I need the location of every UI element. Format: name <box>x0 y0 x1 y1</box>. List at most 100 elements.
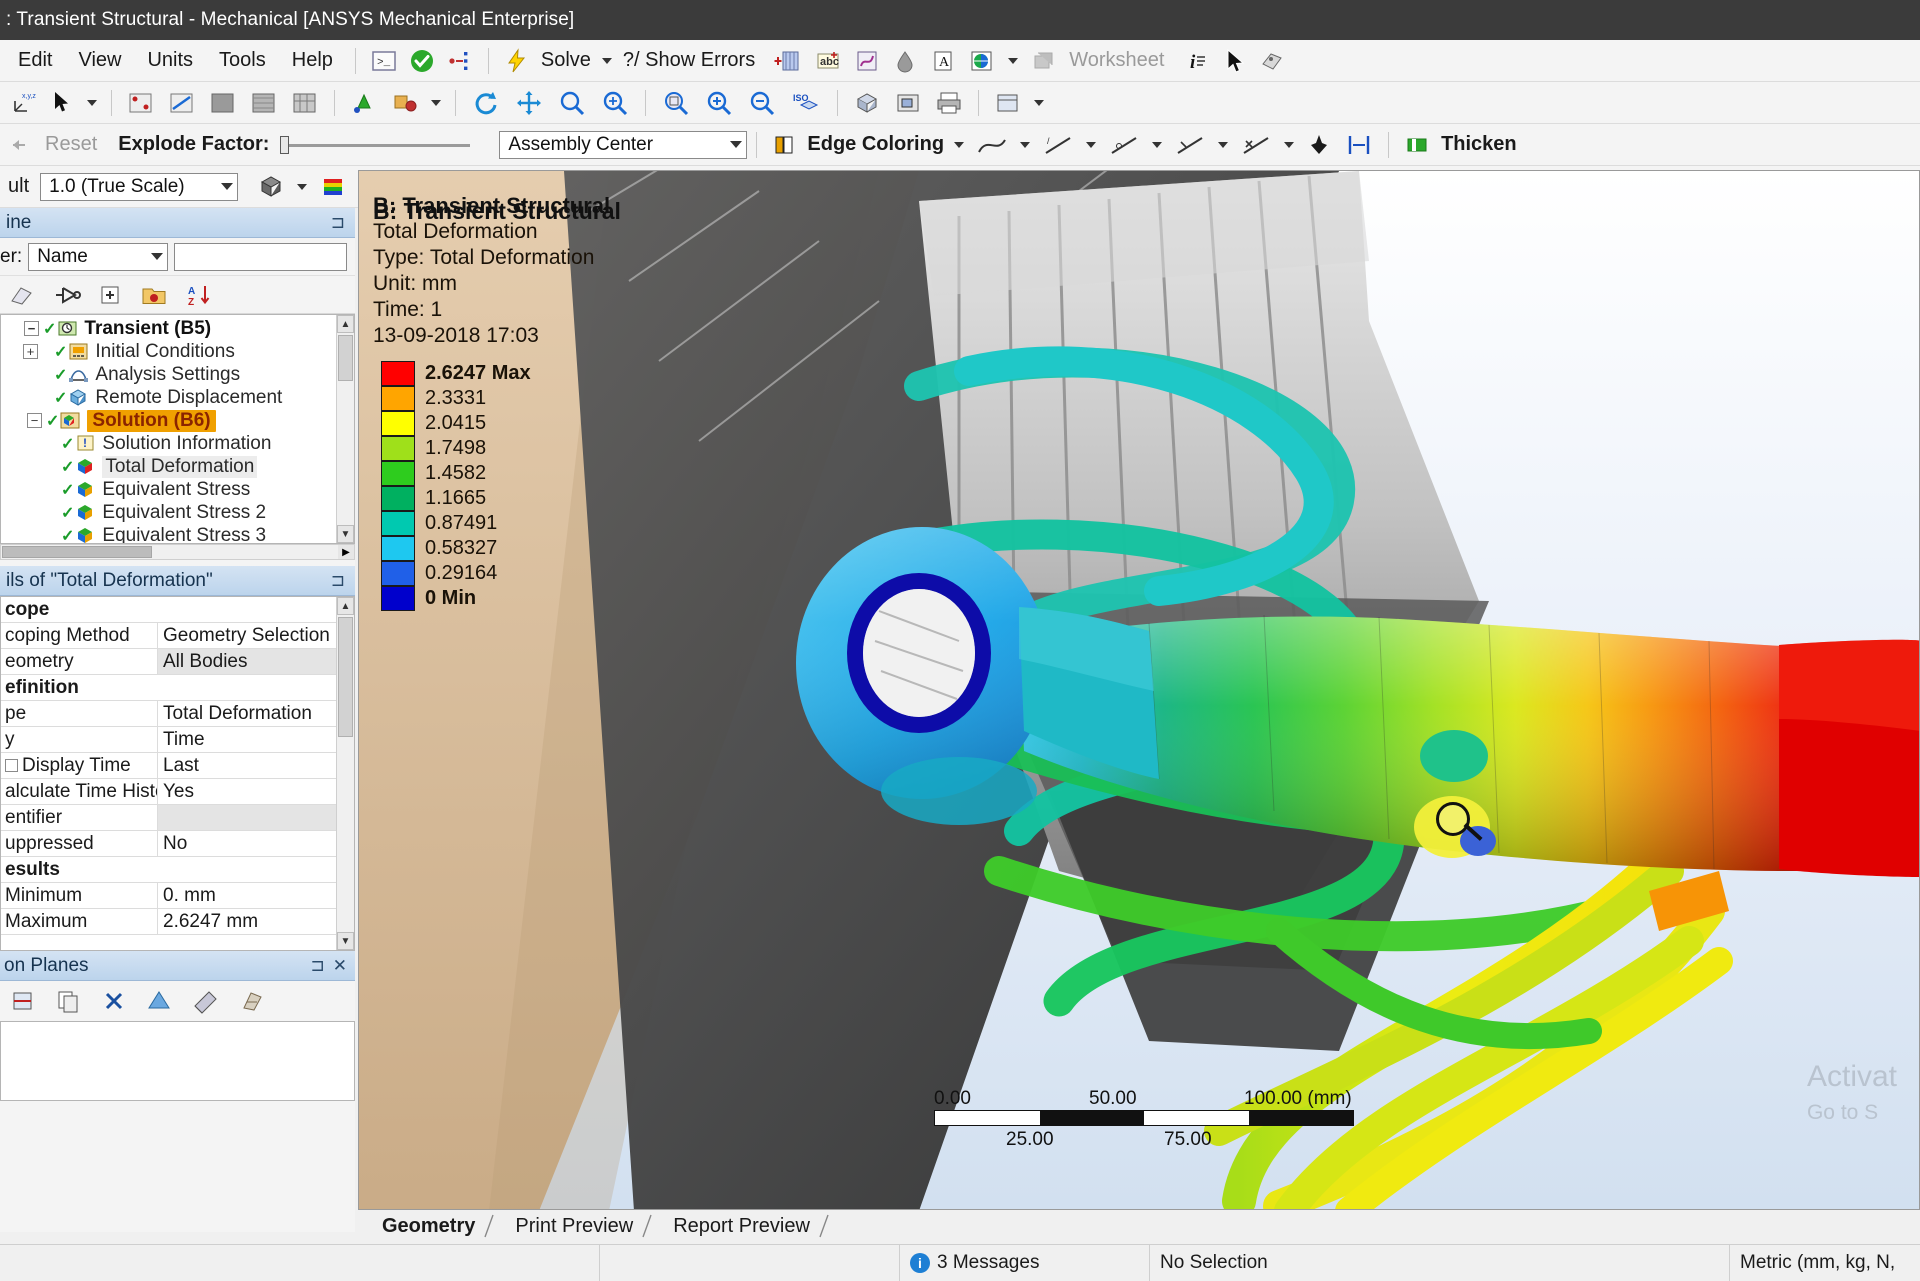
section-tool-icon[interactable] <box>234 985 272 1017</box>
tree-item-analysis-settings[interactable]: ✓ Analysis Settings <box>1 363 336 386</box>
edge-style-3-icon[interactable] <box>1102 129 1146 161</box>
scroll-up-icon[interactable]: ▲ <box>337 315 354 333</box>
magnify-window-icon[interactable] <box>888 87 928 119</box>
selection-dropdown-caret-icon[interactable] <box>431 99 441 106</box>
probe-marker[interactable] <box>1414 796 1496 878</box>
close-icon[interactable]: ✕ <box>329 956 351 976</box>
isometric-view-icon[interactable]: ISO <box>784 87 828 119</box>
outline-vertical-scrollbar[interactable]: ▲ ▼ <box>336 315 354 543</box>
info-icon[interactable]: i <box>1180 45 1216 77</box>
filter-search-input[interactable] <box>174 242 347 271</box>
zoom-to-fit-icon[interactable] <box>655 87 697 119</box>
edge-style-2-caret-icon[interactable] <box>1086 141 1097 148</box>
edge-coloring-label[interactable]: Edge Coloring <box>803 133 948 156</box>
solve-icon[interactable] <box>499 45 535 77</box>
show-whole-elements-icon[interactable] <box>140 985 178 1017</box>
details-vertical-scrollbar[interactable]: ▲ ▼ <box>336 597 354 950</box>
coordinate-axes-icon[interactable]: x,y,z <box>4 87 44 119</box>
filter-dropdown[interactable]: Name <box>28 242 169 271</box>
copy-section-plane-icon[interactable] <box>50 985 88 1017</box>
checkbox-icon[interactable] <box>5 759 18 772</box>
edge-coloring-caret-icon[interactable] <box>954 141 965 148</box>
select-mesh-icon[interactable] <box>285 87 325 119</box>
contour-bands-icon[interactable] <box>313 171 353 203</box>
tab-geometry[interactable]: Geometry <box>368 1212 495 1240</box>
details-row-display-time[interactable]: Display Time Last <box>1 753 336 779</box>
tree-item-total-deformation[interactable]: ✓ Total Deformation <box>1 455 336 478</box>
thicken-label[interactable]: Thicken <box>1437 133 1521 156</box>
menu-item-tools[interactable]: Tools <box>207 45 278 76</box>
named-selection-icon[interactable] <box>46 279 86 311</box>
details-row-by[interactable]: y Time <box>1 727 336 753</box>
display-options-caret-icon[interactable] <box>1034 99 1044 106</box>
menu-item-help[interactable]: Help <box>280 45 345 76</box>
section-planes-pin-icon[interactable]: ⊐ <box>307 956 329 976</box>
edge-style-4-icon[interactable] <box>1168 129 1212 161</box>
tree-toggle-icon[interactable]: − <box>24 321 39 336</box>
tree-item-remote-displacement[interactable]: ✓ Remote Displacement <box>1 386 336 409</box>
solve-dropdown-caret-icon[interactable] <box>601 57 612 64</box>
tree-toggle-icon[interactable]: + <box>23 344 38 359</box>
chevron-down-icon[interactable] <box>221 183 234 190</box>
details-value[interactable]: Geometry Selection <box>158 623 336 648</box>
edit-section-icon[interactable] <box>186 985 226 1017</box>
details-row-geometry[interactable]: eometry All Bodies <box>1 649 336 675</box>
edge-style-3-caret-icon[interactable] <box>1152 141 1163 148</box>
green-check-icon[interactable] <box>404 45 440 77</box>
scrollbar-thumb[interactable] <box>2 546 152 558</box>
details-row-type[interactable]: pe Total Deformation <box>1 701 336 727</box>
outline-tree[interactable]: − ✓ Transient (B5) + ✓ Initial Condition… <box>0 314 355 544</box>
menu-item-view[interactable]: View <box>66 45 133 76</box>
slider-thumb[interactable] <box>280 135 290 154</box>
annotation-abc-icon[interactable]: abc <box>809 45 847 77</box>
probe-annotation-icon[interactable] <box>849 45 885 77</box>
tree-item-transient[interactable]: − ✓ Transient (B5) <box>1 317 336 340</box>
zoom-in-icon[interactable] <box>698 87 740 119</box>
edge-style-4-caret-icon[interactable] <box>1218 141 1229 148</box>
edge-style-2-icon[interactable]: / <box>1036 129 1080 161</box>
thicken-icon[interactable] <box>1398 129 1436 161</box>
zoom-icon[interactable] <box>551 87 593 119</box>
tree-item-equivalent-stress-2[interactable]: ✓ Equivalent Stress 2 <box>1 501 336 524</box>
chevron-down-icon[interactable] <box>730 141 743 148</box>
tree-toggle-icon[interactable]: − <box>27 413 42 428</box>
details-row-identifier[interactable]: entifier <box>1 805 336 831</box>
console-icon[interactable]: >_ <box>366 45 402 77</box>
measure-tag-icon[interactable] <box>1254 45 1292 77</box>
scroll-down-icon[interactable]: ▼ <box>337 932 354 950</box>
connections-icon[interactable] <box>442 45 478 77</box>
extend-selection-icon[interactable] <box>344 87 384 119</box>
expand-all-icon[interactable] <box>92 279 128 311</box>
details-pin-icon[interactable]: ⊐ <box>327 571 349 591</box>
delete-section-plane-icon[interactable] <box>96 985 132 1017</box>
section-planes-list[interactable] <box>0 1021 355 1101</box>
tab-print-preview[interactable]: Print Preview <box>501 1212 652 1240</box>
scrollbar-thumb[interactable] <box>338 335 353 381</box>
droplet-icon[interactable] <box>887 45 923 77</box>
details-value[interactable]: All Bodies <box>158 649 336 674</box>
edge-style-5-caret-icon[interactable] <box>1284 141 1295 148</box>
details-value[interactable] <box>158 805 336 830</box>
print-icon[interactable] <box>929 87 969 119</box>
outline-pin-icon[interactable]: ⊐ <box>327 213 349 233</box>
graphics-viewport[interactable]: B: Transient Structural B: Transient Str… <box>358 170 1920 1210</box>
geometry-display-caret-icon[interactable] <box>297 183 308 190</box>
details-value[interactable]: No <box>158 831 336 856</box>
tree-item-solution[interactable]: − ✓ Solution (B6) <box>1 409 336 432</box>
solve-label[interactable]: Solve <box>537 49 595 72</box>
globe-dropdown-caret-icon[interactable] <box>1008 57 1019 64</box>
select-cursor-icon[interactable] <box>45 87 81 119</box>
details-value[interactable]: Last <box>158 753 336 778</box>
select-edge-icon[interactable] <box>162 87 202 119</box>
selection-group-icon[interactable] <box>385 87 425 119</box>
scrollbar-thumb[interactable] <box>338 617 353 737</box>
scroll-up-icon[interactable]: ▲ <box>337 597 354 615</box>
scroll-down-icon[interactable]: ▼ <box>337 525 354 543</box>
select-dropdown-caret-icon[interactable] <box>87 99 97 106</box>
details-value[interactable]: Time <box>158 727 336 752</box>
chevron-down-icon[interactable] <box>151 253 164 260</box>
explode-factor-slider[interactable] <box>280 135 471 155</box>
edge-coloring-icon[interactable] <box>766 129 802 161</box>
pan-icon[interactable] <box>508 87 550 119</box>
tree-item-solution-information[interactable]: ✓ ! Solution Information <box>1 432 336 455</box>
